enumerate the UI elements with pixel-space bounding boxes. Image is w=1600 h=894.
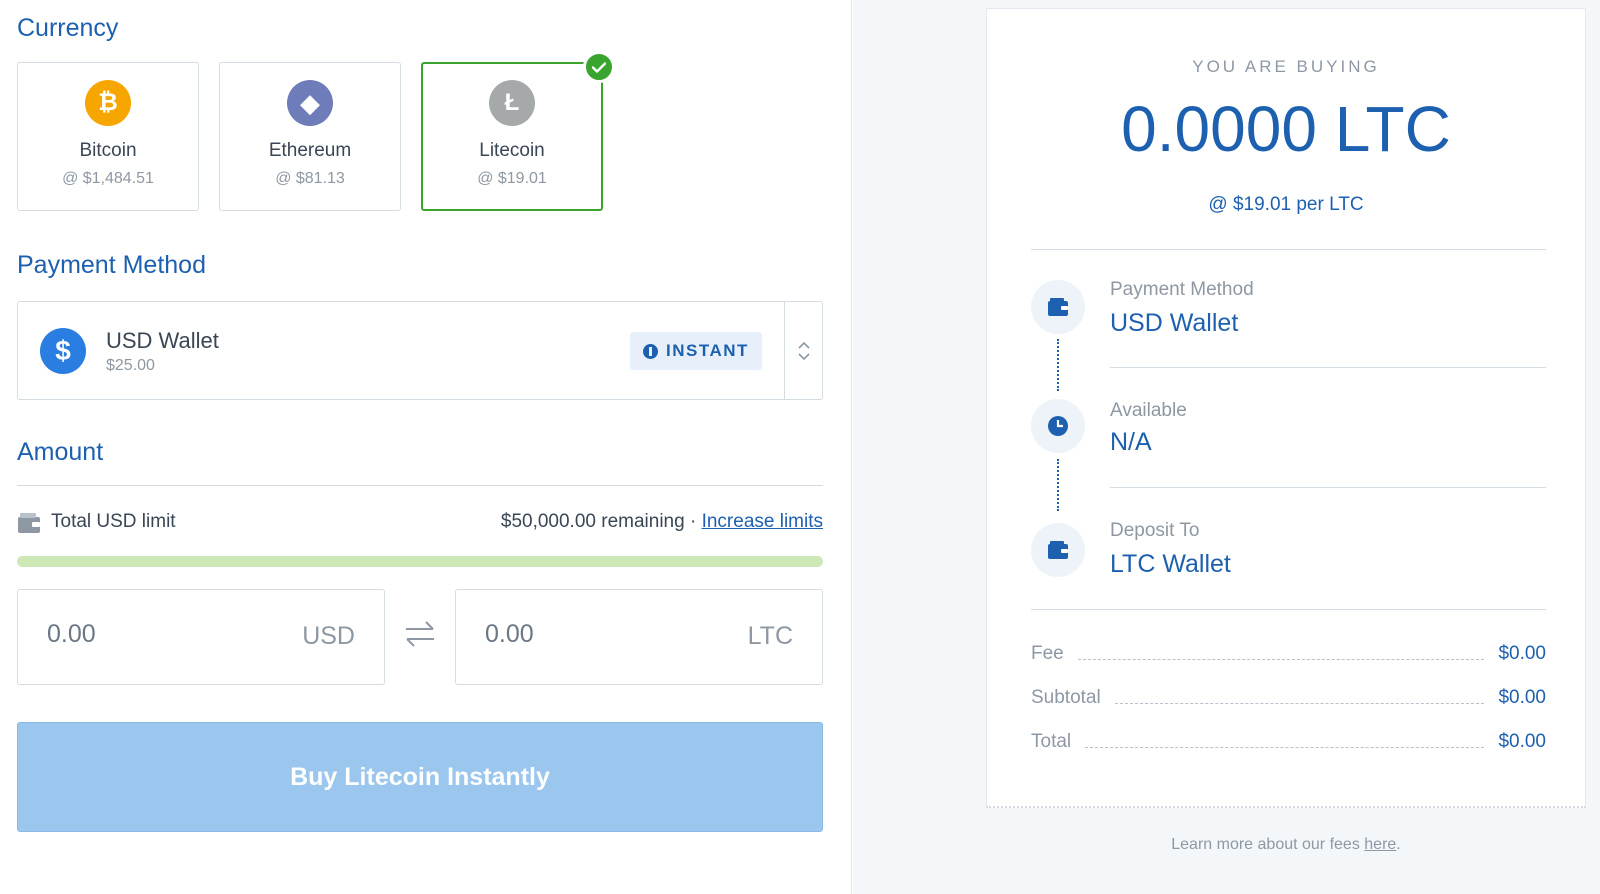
fees-note: Learn more about our fees here. (986, 836, 1586, 854)
payment-method-select[interactable]: $ USD Wallet $25.00 INSTANT (17, 301, 823, 400)
fees-here-link[interactable]: here (1364, 836, 1396, 853)
litecoin-icon: Ł (489, 80, 535, 126)
payment-section-title: Payment Method (17, 251, 206, 279)
summary-divider (1031, 249, 1546, 250)
currency-section-title: Currency (17, 14, 119, 42)
buying-rate: @ $19.01 per LTC (1208, 194, 1364, 215)
buying-heading: YOU ARE BUYING (1192, 57, 1380, 76)
chevron-updown-icon[interactable] (784, 302, 822, 399)
limit-separator: · (689, 511, 697, 532)
limit-label: Total USD limit (51, 511, 176, 532)
amount-divider (17, 485, 823, 486)
fee-label: Fee (1031, 643, 1064, 664)
step-connector (1057, 459, 1059, 511)
fees-note-end: . (1396, 836, 1401, 853)
wallet-icon (18, 513, 40, 533)
currency-name: Bitcoin (79, 140, 137, 161)
summary-payment-value: USD Wallet (1110, 309, 1239, 337)
total-row: Total $0.00 (1031, 729, 1546, 755)
usd-amount-input[interactable] (47, 620, 247, 649)
summary-available-value: N/A (1110, 428, 1152, 456)
increase-limits-link[interactable]: Increase limits (702, 511, 823, 532)
fees-note-text: Learn more about our fees (1171, 836, 1365, 853)
subtotal-value: $0.00 (1498, 687, 1546, 708)
currency-option-ethereum[interactable]: ◆ Ethereum @ $81.13 (219, 62, 401, 211)
dollar-icon: $ (40, 328, 86, 374)
subtotal-row: Subtotal $0.00 (1031, 685, 1546, 711)
dotted-leader (1114, 692, 1485, 704)
currency-price: @ $19.01 (477, 170, 547, 187)
buy-button[interactable]: Buy Litecoin Instantly (17, 722, 823, 832)
fee-row: Fee $0.00 (1031, 641, 1546, 667)
order-summary-panel: YOU ARE BUYING 0.0000 LTC @ $19.01 per L… (853, 0, 1600, 894)
total-value: $0.00 (1498, 731, 1546, 752)
usd-unit-label: USD (302, 622, 355, 650)
currency-option-bitcoin[interactable]: ₿ Bitcoin @ $1,484.51 (17, 62, 199, 211)
summary-divider (1110, 367, 1546, 368)
currency-price: @ $81.13 (275, 170, 345, 187)
ltc-amount-input[interactable] (485, 620, 685, 649)
bitcoin-icon: ₿ (85, 80, 131, 126)
payment-method-balance: $25.00 (106, 357, 155, 374)
ltc-unit-label: LTC (747, 622, 793, 650)
dotted-leader (1085, 736, 1485, 748)
total-label: Total (1031, 731, 1072, 752)
limit-progress-bar (17, 556, 823, 567)
limit-progress-fill (17, 556, 823, 567)
currency-price: @ $1,484.51 (62, 170, 154, 187)
summary-divider (1110, 487, 1546, 488)
usd-amount-field[interactable]: USD (17, 589, 385, 685)
payment-method-name: USD Wallet (106, 328, 219, 353)
currency-option-litecoin[interactable]: Ł Litecoin @ $19.01 (421, 51, 615, 211)
selected-check-icon (583, 51, 615, 83)
instant-badge: INSTANT (630, 332, 762, 370)
wallet-icon (1031, 523, 1085, 577)
amount-section-title: Amount (17, 438, 104, 466)
instant-badge-label: INSTANT (666, 341, 749, 360)
summary-available-label: Available (1110, 400, 1187, 421)
limit-remaining: $50,000.00 remaining (500, 511, 685, 532)
order-receipt: YOU ARE BUYING 0.0000 LTC @ $19.01 per L… (986, 8, 1586, 808)
ltc-amount-field[interactable]: LTC (455, 589, 823, 685)
buy-form-panel: Currency ₿ Bitcoin @ $1,484.51 ◆ Ethereu… (0, 0, 852, 894)
summary-payment-label: Payment Method (1110, 279, 1254, 300)
summary-deposit-label: Deposit To (1110, 520, 1200, 541)
buying-amount: 0.0000 LTC (1121, 93, 1451, 165)
currency-name: Litecoin (479, 140, 545, 161)
clock-icon (1031, 399, 1085, 453)
ethereum-icon: ◆ (287, 80, 333, 126)
lightning-icon (643, 343, 659, 359)
swap-icon[interactable] (404, 619, 436, 649)
subtotal-label: Subtotal (1031, 687, 1101, 708)
step-connector (1057, 339, 1059, 391)
summary-deposit-value: LTC Wallet (1110, 550, 1231, 578)
summary-divider (1031, 609, 1546, 610)
fee-value: $0.00 (1498, 643, 1546, 664)
dotted-leader (1077, 648, 1485, 660)
usd-limit-row: Total USD limit $50,000.00 remaining · I… (17, 510, 823, 536)
currency-name: Ethereum (268, 140, 352, 161)
wallet-icon (1031, 280, 1085, 334)
